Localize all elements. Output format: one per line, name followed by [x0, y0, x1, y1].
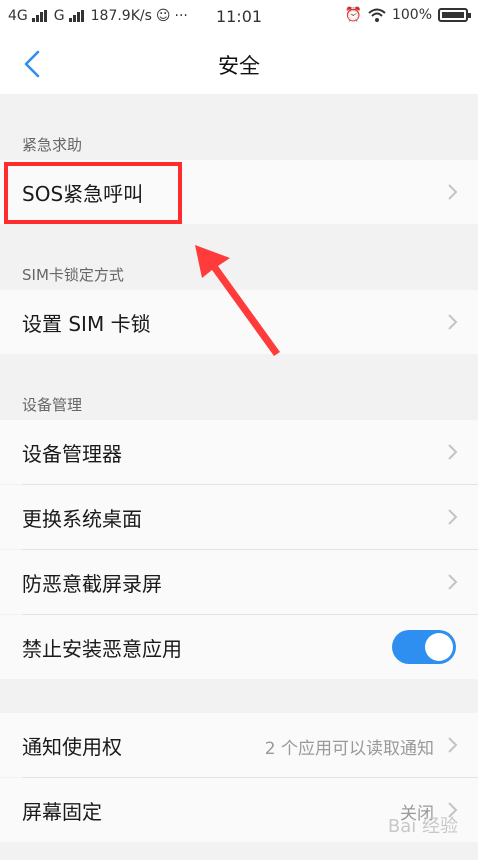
header: 安全 — [0, 34, 478, 94]
chevron-right-icon — [448, 314, 458, 330]
battery-percent: 100% — [391, 7, 432, 23]
row-sim-lock[interactable]: 设置 SIM 卡锁 — [0, 290, 478, 354]
chevron-right-icon — [448, 184, 458, 200]
row-notification-access[interactable]: 通知使用权 2 个应用可以读取通知 — [0, 713, 478, 777]
row-value: 关闭 — [400, 804, 434, 824]
row-anti-screen-capture[interactable]: 防恶意截屏录屏 — [0, 550, 478, 614]
status-bar: 4G G 187.9K/s ☺ ··· 11:01 ⏰ 100% — [0, 0, 478, 34]
row-label: 通知使用权 — [22, 735, 122, 759]
row-value: 2 个应用可以读取通知 — [264, 739, 434, 759]
status-right: ⏰ 100% — [344, 7, 471, 23]
chevron-right-icon — [448, 737, 458, 753]
row-sos-call[interactable]: SOS紧急呼叫 — [0, 160, 478, 224]
row-label: 设置 SIM 卡锁 — [22, 312, 151, 336]
row-label: 禁止安装恶意应用 — [22, 637, 182, 661]
row-label: SOS紧急呼叫 — [22, 182, 144, 206]
row-change-launcher[interactable]: 更换系统桌面 — [0, 485, 478, 549]
row-screen-pinning[interactable]: 屏幕固定 关闭 — [0, 778, 478, 842]
section-label-sim: SIM卡锁定方式 — [22, 266, 124, 284]
row-block-malicious-apps: 禁止安装恶意应用 — [0, 615, 478, 679]
section-label-emergency: 紧急求助 — [22, 136, 83, 154]
chevron-right-icon — [448, 574, 458, 590]
wifi-icon — [368, 8, 386, 22]
alarm-icon: ⏰ — [344, 7, 362, 23]
malicious-apps-toggle[interactable] — [392, 630, 456, 664]
row-label: 设备管理器 — [22, 442, 122, 466]
row-label: 更换系统桌面 — [22, 507, 142, 531]
chevron-right-icon — [448, 444, 458, 460]
chevron-right-icon — [448, 509, 458, 525]
row-device-manager[interactable]: 设备管理器 — [0, 420, 478, 484]
section-label-device: 设备管理 — [22, 396, 83, 414]
row-label: 防恶意截屏录屏 — [22, 572, 162, 596]
row-label: 屏幕固定 — [22, 800, 102, 824]
battery-icon — [438, 8, 471, 22]
page-title: 安全 — [218, 54, 260, 78]
chevron-right-icon — [448, 802, 458, 818]
